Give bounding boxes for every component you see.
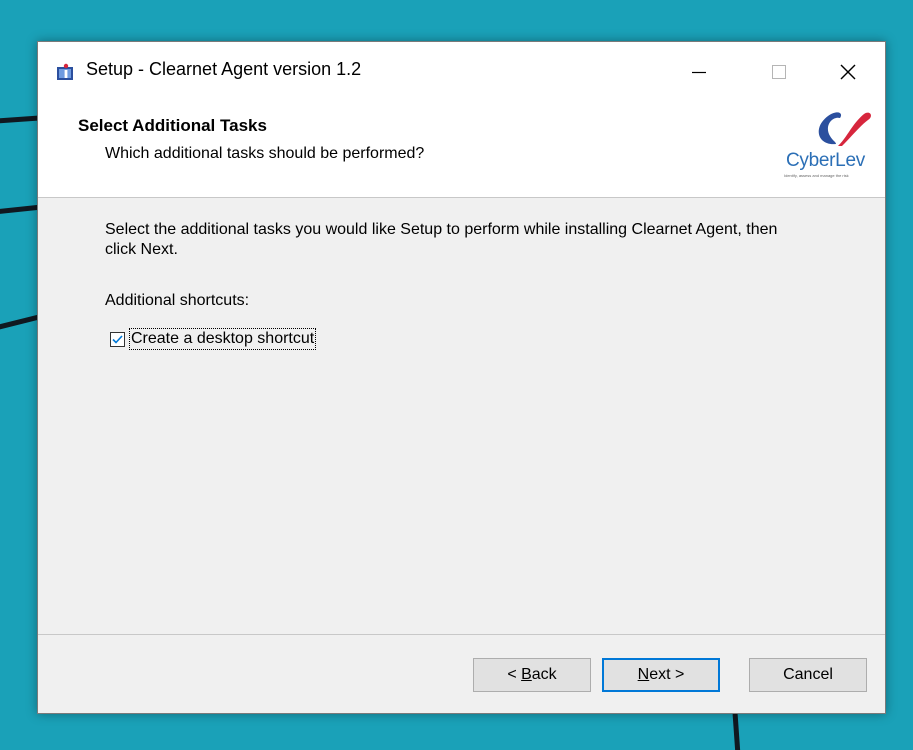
back-mnemonic: B — [521, 666, 532, 683]
logo-mark-icon — [818, 112, 871, 146]
wizard-footer: < Back Next > Cancel — [38, 634, 885, 713]
close-icon — [840, 64, 856, 79]
checkmark-icon — [112, 334, 123, 344]
maximize-icon — [772, 64, 786, 79]
page-subtitle: Which additional tasks should be perform… — [105, 145, 425, 162]
desktop-stroke — [0, 204, 43, 215]
instructions-text: Select the additional tasks you would li… — [105, 221, 778, 258]
next-mnemonic: N — [637, 666, 650, 683]
back-button[interactable]: < Back — [473, 658, 591, 692]
back-rest: ack — [531, 666, 557, 683]
wizard-content: Select the additional tasks you would li… — [38, 198, 885, 635]
desktop-stroke — [0, 115, 43, 124]
logo-tagline: Identify, assess and manage the risk — [784, 173, 849, 178]
desktop-shortcut-label[interactable]: Create a desktop shortcut — [129, 328, 317, 350]
next-button[interactable]: Next > — [602, 658, 720, 692]
logo-name: CyberLev — [786, 150, 865, 171]
cyberlev-logo: CyberLev Identify, assess and manage the… — [778, 106, 882, 186]
task-desktop-shortcut[interactable]: Create a desktop shortcut — [110, 328, 317, 350]
desktop-stroke — [0, 314, 42, 331]
desktop-shortcut-checkbox[interactable] — [110, 331, 125, 347]
back-prefix: < — [507, 666, 522, 683]
maximize-button[interactable] — [746, 42, 812, 101]
wizard-header: Select Additional Tasks Which additional… — [38, 101, 885, 198]
window-title: Setup - Clearnet Agent version 1.2 — [86, 59, 362, 79]
next-rest: ext > — [649, 666, 685, 683]
installer-icon — [57, 63, 73, 80]
page-title: Select Additional Tasks — [78, 116, 267, 135]
setup-window: Setup - Clearnet Agent version 1.2 Selec… — [37, 41, 886, 714]
minimize-button[interactable] — [666, 42, 732, 101]
desktop-stroke — [732, 711, 741, 750]
section-label: Additional shortcuts: — [105, 292, 250, 309]
title-bar[interactable]: Setup - Clearnet Agent version 1.2 — [38, 42, 885, 101]
close-button[interactable] — [815, 42, 881, 101]
cancel-button[interactable]: Cancel — [749, 658, 867, 692]
minimize-icon — [692, 71, 706, 73]
